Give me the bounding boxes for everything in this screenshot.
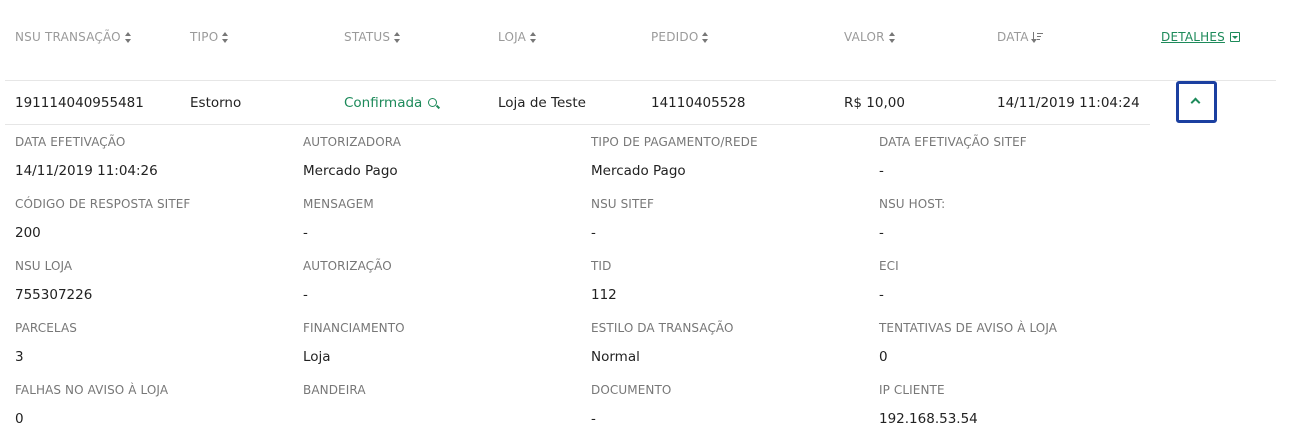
detail-label: DATA EFETIVAÇÃO <box>15 135 126 149</box>
column-header-label: LOJA <box>498 30 527 44</box>
detail-label: ECI <box>879 259 899 273</box>
chevron-up-icon <box>1190 97 1201 108</box>
column-header-status[interactable]: STATUS <box>344 30 401 44</box>
detail-value: - <box>303 225 308 241</box>
search-icon[interactable] <box>428 97 438 107</box>
detail-value: - <box>879 163 884 179</box>
sort-icon[interactable] <box>394 31 401 43</box>
detail-label: DOCUMENTO <box>591 383 672 397</box>
detail-field: PARCELAS 3 <box>15 321 295 365</box>
detail-field: BANDEIRA <box>303 383 583 427</box>
detail-label: IP CLIENTE <box>879 383 945 397</box>
detail-field: TIPO DE PAGAMENTO/REDE Mercado Pago <box>591 135 871 179</box>
detail-value: 0 <box>879 349 888 365</box>
detail-label: ESTILO DA TRANSAÇÃO <box>591 321 734 335</box>
detail-label: FINANCIAMENTO <box>303 321 405 335</box>
dropdown-box-icon[interactable] <box>1229 32 1240 42</box>
detail-value: Loja <box>303 349 331 365</box>
column-header-label: DATA <box>997 30 1029 44</box>
column-header-loja[interactable]: LOJA <box>498 30 537 44</box>
detail-value: 200 <box>15 225 41 241</box>
detail-field: TID 112 <box>591 259 871 303</box>
detail-field: MENSAGEM - <box>303 197 583 241</box>
table-row: 191114040955481 Estorno Confirmada Loja … <box>0 81 1296 124</box>
detail-value: - <box>879 287 884 303</box>
detail-value: 14/11/2019 11:04:26 <box>15 163 158 179</box>
collapse-details-button[interactable] <box>1176 81 1217 123</box>
detail-field: ECI - <box>879 259 1159 303</box>
cell-status[interactable]: Confirmada <box>344 95 438 111</box>
detail-label: TIPO DE PAGAMENTO/REDE <box>591 135 758 149</box>
detail-label: BANDEIRA <box>303 383 366 397</box>
column-header-label: TIPO <box>190 30 219 44</box>
detail-label: AUTORIZAÇÃO <box>303 259 392 273</box>
table-header: NSU TRANSAÇÃO TIPO STATUS LOJA PEDIDO VA… <box>0 0 1296 74</box>
detail-field: DATA EFETIVAÇÃO SITEF - <box>879 135 1159 179</box>
sort-icon[interactable] <box>222 31 229 43</box>
detail-value: - <box>591 411 596 427</box>
detail-field: FINANCIAMENTO Loja <box>303 321 583 365</box>
sort-icon[interactable] <box>124 31 132 43</box>
detail-label: PARCELAS <box>15 321 77 335</box>
column-header-detalhes[interactable]: DETALHES <box>1161 30 1240 44</box>
detail-label: MENSAGEM <box>303 197 374 211</box>
detail-field: NSU SITEF - <box>591 197 871 241</box>
column-header-label: NSU TRANSAÇÃO <box>15 30 121 44</box>
column-header-valor[interactable]: VALOR <box>844 30 896 44</box>
column-header-label: VALOR <box>844 30 885 44</box>
detail-label: NSU LOJA <box>15 259 73 273</box>
detail-label: DATA EFETIVAÇÃO SITEF <box>879 135 1027 149</box>
detail-value: - <box>879 225 884 241</box>
detail-field: NSU LOJA 755307226 <box>15 259 295 303</box>
detail-field: NSU HOST: - <box>879 197 1159 241</box>
cell-pedido: 14110405528 <box>651 95 746 111</box>
column-header-data[interactable]: DATA <box>997 30 1043 44</box>
column-header-label: PEDIDO <box>651 30 699 44</box>
detail-field: CÓDIGO DE RESPOSTA SITEF 200 <box>15 197 295 241</box>
detail-value: Normal <box>591 349 640 365</box>
detail-value: 3 <box>15 349 24 365</box>
cell-tipo: Estorno <box>190 95 242 111</box>
detail-label: AUTORIZADORA <box>303 135 402 149</box>
cell-nsu: 191114040955481 <box>15 95 144 111</box>
detail-field: FALHAS NO AVISO À LOJA 0 <box>15 383 295 427</box>
detail-label: FALHAS NO AVISO À LOJA <box>15 383 169 397</box>
column-header-nsu[interactable]: NSU TRANSAÇÃO <box>15 30 132 44</box>
detail-field: AUTORIZAÇÃO - <box>303 259 583 303</box>
detail-label: TENTATIVAS DE AVISO À LOJA <box>879 321 1058 335</box>
detail-field: ESTILO DA TRANSAÇÃO Normal <box>591 321 871 365</box>
cell-data: 14/11/2019 11:04:24 <box>997 95 1140 111</box>
detail-field: IP CLIENTE 192.168.53.54 <box>879 383 1159 427</box>
cell-valor: R$ 10,00 <box>844 95 905 111</box>
sort-icon[interactable] <box>888 31 896 43</box>
detail-field: DOCUMENTO - <box>591 383 871 427</box>
detail-value: 192.168.53.54 <box>879 411 978 427</box>
column-header-pedido[interactable]: PEDIDO <box>651 30 709 44</box>
detail-value <box>303 411 583 427</box>
detail-value: - <box>591 225 596 241</box>
detail-value: 755307226 <box>15 287 93 303</box>
detail-field: AUTORIZADORA Mercado Pago <box>303 135 583 179</box>
status-label: Confirmada <box>344 95 423 111</box>
detail-label: NSU SITEF <box>591 197 655 211</box>
detail-value: 0 <box>15 411 24 427</box>
detail-value: 112 <box>591 287 617 303</box>
sort-icon[interactable] <box>530 31 537 43</box>
detail-value: Mercado Pago <box>591 163 686 179</box>
cell-loja: Loja de Teste <box>498 95 586 111</box>
detail-label: TID <box>591 259 612 273</box>
sort-icon[interactable] <box>702 31 709 43</box>
detail-value: - <box>303 287 308 303</box>
detail-field: TENTATIVAS DE AVISO À LOJA 0 <box>879 321 1159 365</box>
column-header-label: STATUS <box>344 30 391 44</box>
detail-label: NSU HOST: <box>879 197 946 211</box>
sort-descending-icon[interactable] <box>1030 31 1043 43</box>
detail-value: Mercado Pago <box>303 163 398 179</box>
divider <box>5 124 1150 125</box>
detail-field: DATA EFETIVAÇÃO 14/11/2019 11:04:26 <box>15 135 295 179</box>
column-header-tipo[interactable]: TIPO <box>190 30 229 44</box>
details-link[interactable]: DETALHES <box>1161 30 1225 44</box>
detail-label: CÓDIGO DE RESPOSTA SITEF <box>15 197 191 211</box>
